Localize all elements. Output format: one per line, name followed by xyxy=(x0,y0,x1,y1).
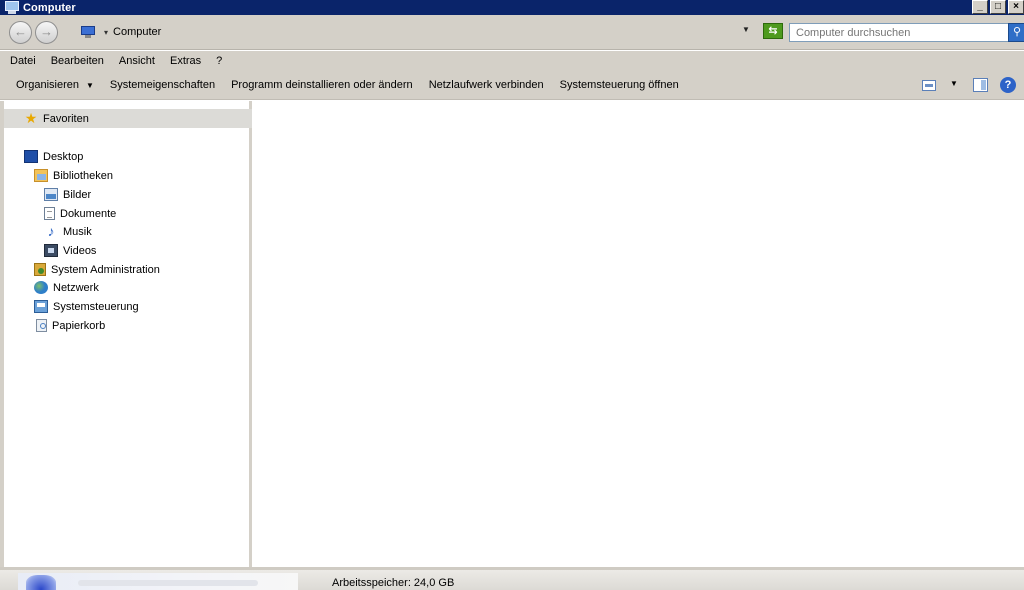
video-icon xyxy=(44,244,58,257)
content-pane[interactable] xyxy=(254,101,1024,568)
nav-control-panel[interactable]: Systemsteuerung xyxy=(34,298,139,315)
maximize-button[interactable]: □ xyxy=(990,0,1006,14)
menu-bearbeiten[interactable]: Bearbeiten xyxy=(51,55,104,67)
close-button[interactable]: × xyxy=(1008,0,1024,14)
search-box xyxy=(789,23,1009,42)
uninstall-program-button[interactable]: Programm deinstallieren oder ändern xyxy=(231,79,413,91)
music-note-icon: ♪ xyxy=(47,223,55,239)
document-icon xyxy=(44,207,55,220)
menu-bar: Datei Bearbeiten Ansicht Extras ? xyxy=(0,51,1024,70)
refresh-button[interactable]: ⇆ xyxy=(763,23,783,39)
nav-network-label: Netzwerk xyxy=(53,281,99,294)
computer-icon xyxy=(80,25,96,39)
nav-network[interactable]: Netzwerk xyxy=(34,279,99,296)
computer-thumbnail xyxy=(18,573,298,590)
breadcrumb-computer[interactable]: Computer xyxy=(113,26,161,38)
admin-tools-icon xyxy=(34,263,46,276)
system-properties-button[interactable]: Systemeigenschaften xyxy=(110,79,215,91)
open-control-panel-button[interactable]: Systemsteuerung öffnen xyxy=(560,79,679,91)
search-input[interactable] xyxy=(790,24,990,41)
nav-videos-label: Videos xyxy=(63,244,97,257)
menu-help[interactable]: ? xyxy=(216,55,222,67)
nav-documents[interactable]: Dokumente xyxy=(44,205,116,222)
organize-button[interactable]: Organisieren ▼ xyxy=(16,79,94,91)
breadcrumb-separator[interactable]: ▾ xyxy=(104,28,108,37)
chevron-down-icon: ▼ xyxy=(85,80,94,90)
help-icon[interactable]: ? xyxy=(1000,77,1016,93)
star-icon: ★ xyxy=(24,110,38,126)
preview-pane-icon[interactable] xyxy=(973,78,988,92)
memory-info: Arbeitsspeicher: 24,0 GB xyxy=(332,577,455,589)
pictures-icon xyxy=(44,188,58,201)
menu-extras[interactable]: Extras xyxy=(170,55,201,67)
menu-ansicht[interactable]: Ansicht xyxy=(119,55,155,67)
nav-libraries-label: Bibliotheken xyxy=(53,169,113,182)
view-options-dropdown[interactable]: ▼ xyxy=(950,79,958,88)
minimize-button[interactable]: _ xyxy=(972,0,988,14)
refresh-icon: ⇆ xyxy=(768,25,778,37)
caption-buttons: _ □ × xyxy=(970,0,1024,14)
navigation-pane: ★ Favoriten Desktop Bibliotheken Bilder … xyxy=(0,101,252,568)
command-bar: Organisieren ▼ Systemeigenschaften Progra… xyxy=(0,70,1024,100)
back-arrow-icon: ← xyxy=(14,24,27,39)
details-pane: Arbeitsspeicher: 24,0 GB xyxy=(0,567,1024,590)
menu-datei[interactable]: Datei xyxy=(10,55,36,67)
search-icon: ⚲ xyxy=(1012,26,1022,38)
window-titlebar[interactable]: Computer _ □ × xyxy=(0,0,1024,15)
organize-label: Organisieren xyxy=(16,78,79,91)
back-button[interactable]: ← xyxy=(9,21,32,44)
nav-system-administration-label: System Administration xyxy=(51,263,160,276)
library-icon xyxy=(34,169,48,182)
nav-videos[interactable]: Videos xyxy=(44,242,96,259)
forward-button[interactable]: → xyxy=(35,21,58,44)
nav-recycle-bin[interactable]: Papierkorb xyxy=(36,317,105,334)
nav-libraries[interactable]: Bibliotheken xyxy=(34,167,113,184)
nav-desktop-label: Desktop xyxy=(43,150,84,163)
change-view-icon[interactable] xyxy=(922,80,936,91)
network-globe-icon xyxy=(34,281,48,294)
computer-icon xyxy=(4,1,20,14)
nav-pictures-label: Bilder xyxy=(63,188,92,201)
nav-music[interactable]: ♪ Musik xyxy=(44,223,92,240)
address-history-dropdown[interactable]: ▼ xyxy=(742,25,750,34)
control-panel-icon xyxy=(34,300,48,313)
nav-pictures[interactable]: Bilder xyxy=(44,186,91,203)
nav-control-panel-label: Systemsteuerung xyxy=(53,300,139,313)
map-network-drive-button[interactable]: Netzlaufwerk verbinden xyxy=(429,79,544,91)
forward-arrow-icon: → xyxy=(40,24,53,39)
nav-favorites[interactable]: ★ Favoriten xyxy=(4,109,252,128)
nav-desktop[interactable]: Desktop xyxy=(24,148,83,165)
recycle-bin-icon xyxy=(36,319,47,332)
nav-favorites-label: Favoriten xyxy=(43,112,89,125)
desktop-icon xyxy=(24,150,38,163)
window-title: Computer xyxy=(23,1,76,14)
address-toolbar: ← → ▾ Computer ▼ ⇆ ⚲ xyxy=(0,15,1024,50)
blurred-computer-name xyxy=(78,580,258,586)
nav-documents-label: Dokumente xyxy=(60,207,117,220)
address-bar[interactable]: ▾ Computer xyxy=(76,22,759,42)
search-button[interactable]: ⚲ xyxy=(1008,23,1024,42)
computer-icon xyxy=(26,575,56,590)
nav-system-administration[interactable]: System Administration xyxy=(34,261,160,278)
nav-recycle-bin-label: Papierkorb xyxy=(52,319,106,332)
nav-music-label: Musik xyxy=(63,225,92,238)
